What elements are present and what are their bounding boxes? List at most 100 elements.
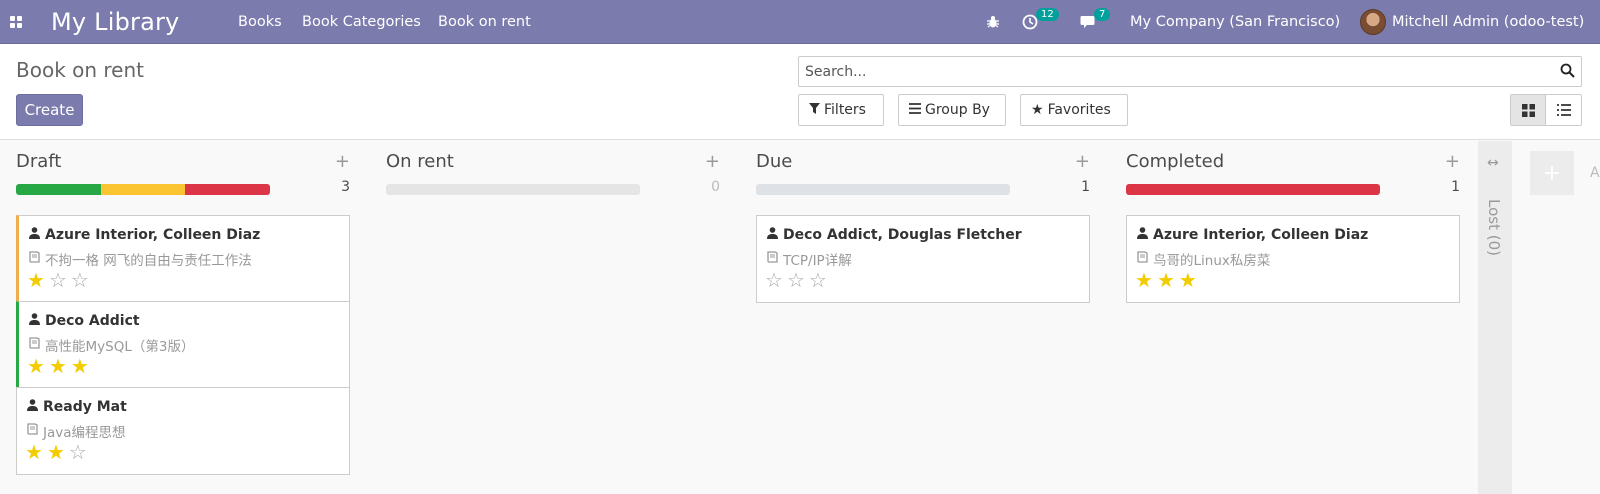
menu-book-categories[interactable]: Book Categories bbox=[302, 0, 421, 44]
book-title: 高性能MySQL（第3版） bbox=[45, 339, 195, 355]
star-empty-icon[interactable]: ☆ bbox=[809, 270, 827, 290]
kanban-column-lost-folded[interactable]: ↔ Lost (0) bbox=[1478, 141, 1512, 494]
column-progress-bar[interactable] bbox=[386, 184, 640, 195]
column-count: 3 bbox=[341, 179, 350, 195]
priority-stars: ★ ☆ ☆ bbox=[27, 270, 89, 290]
control-panel: Book on rent Create Filters Group By ★ F… bbox=[0, 44, 1600, 140]
column-header: On rent + bbox=[386, 151, 720, 175]
person-icon bbox=[767, 227, 778, 243]
card-customer: Azure Interior, Colleen Diaz bbox=[1137, 227, 1368, 243]
kanban-card[interactable]: Deco Addict, Douglas Fletcher TCP/IP详解 ☆ ☆ ☆ bbox=[756, 215, 1090, 303]
bug-icon[interactable] bbox=[986, 0, 1000, 44]
kanban-card[interactable]: Ready Mat Java编程思想 ★ ★ ☆ bbox=[16, 387, 350, 475]
filter-icon bbox=[809, 102, 820, 118]
create-button[interactable]: Create bbox=[16, 94, 83, 126]
app-brand[interactable]: My Library bbox=[51, 0, 179, 44]
user-menu[interactable]: Mitchell Admin (odoo-test) bbox=[1392, 0, 1584, 44]
column-title[interactable]: Due bbox=[756, 151, 792, 172]
column-progress-bar[interactable] bbox=[756, 184, 1010, 195]
star-filled-icon[interactable]: ★ bbox=[49, 356, 67, 376]
customer-name: Ready Mat bbox=[43, 399, 127, 415]
group-by-button[interactable]: Group By bbox=[898, 94, 1006, 126]
star-filled-icon[interactable]: ★ bbox=[1157, 270, 1175, 290]
filters-button[interactable]: Filters bbox=[798, 94, 884, 126]
company-switcher[interactable]: My Company (San Francisco) bbox=[1130, 0, 1340, 44]
book-icon bbox=[767, 251, 778, 267]
kanban-card[interactable]: Azure Interior, Colleen Diaz 鸟哥的Linux私房菜 ★… bbox=[1126, 215, 1460, 303]
kanban-view-icon[interactable] bbox=[1511, 95, 1547, 125]
column-title[interactable]: Draft bbox=[16, 151, 61, 172]
person-icon bbox=[27, 399, 38, 415]
star-filled-icon[interactable]: ★ bbox=[1179, 270, 1197, 290]
search-input[interactable] bbox=[805, 61, 1545, 83]
star-filled-icon[interactable]: ★ bbox=[47, 442, 65, 462]
card-book: 不拘一格 网飞的自由与责任工作法 bbox=[29, 249, 252, 269]
favorites-button[interactable]: ★ Favorites bbox=[1020, 94, 1128, 126]
quick-create-plus-icon[interactable]: + bbox=[1075, 151, 1090, 172]
kanban-column-draft: Draft +3 Azure Interior, Colleen Diaz 不拘一格 … bbox=[16, 141, 350, 494]
progress-segment[interactable] bbox=[100, 184, 186, 195]
person-icon bbox=[29, 313, 40, 329]
view-switcher bbox=[1510, 94, 1582, 126]
progress-segment[interactable] bbox=[16, 184, 101, 195]
quick-create-plus-icon[interactable]: + bbox=[335, 151, 350, 172]
column-title[interactable]: On rent bbox=[386, 151, 454, 172]
column-progress-bar[interactable] bbox=[1126, 184, 1380, 195]
star-icon: ★ bbox=[1031, 102, 1044, 118]
priority-stars: ★ ★ ☆ bbox=[25, 442, 87, 462]
apps-menu-icon[interactable] bbox=[8, 0, 24, 44]
column-header: Draft + bbox=[16, 151, 350, 175]
filters-label: Filters bbox=[824, 102, 866, 118]
person-icon bbox=[29, 227, 40, 243]
activity-clock-icon[interactable] bbox=[1022, 0, 1038, 44]
kanban-board: Draft +3 Azure Interior, Colleen Diaz 不拘一格 … bbox=[0, 141, 1600, 494]
star-empty-icon[interactable]: ☆ bbox=[787, 270, 805, 290]
card-book: TCP/IP详解 bbox=[767, 249, 852, 269]
expand-arrows-icon[interactable]: ↔ bbox=[1487, 155, 1499, 171]
message-count-badge: 7 bbox=[1094, 8, 1111, 21]
add-column-button[interactable]: + bbox=[1530, 151, 1574, 195]
book-title: TCP/IP详解 bbox=[783, 253, 852, 269]
card-customer: Deco Addict bbox=[29, 313, 140, 329]
star-filled-icon[interactable]: ★ bbox=[1135, 270, 1153, 290]
add-column-label[interactable]: A bbox=[1590, 165, 1600, 181]
star-empty-icon[interactable]: ☆ bbox=[71, 270, 89, 290]
list-view-icon[interactable] bbox=[1546, 95, 1581, 125]
column-progress-bar[interactable] bbox=[16, 184, 270, 195]
book-title: 鸟哥的Linux私房菜 bbox=[1153, 253, 1271, 269]
star-empty-icon[interactable]: ☆ bbox=[49, 270, 67, 290]
kanban-card[interactable]: Deco Addict 高性能MySQL（第3版） ★ ★ ★ bbox=[16, 301, 350, 389]
customer-name: Deco Addict, Douglas Fletcher bbox=[783, 227, 1022, 243]
progress-segment[interactable] bbox=[1126, 184, 1380, 195]
kanban-column-completed: Completed +1 Azure Interior, Colleen Diaz 鸟… bbox=[1126, 141, 1460, 494]
user-avatar[interactable] bbox=[1360, 0, 1386, 44]
priority-stars: ★ ★ ★ bbox=[1135, 270, 1197, 290]
column-count: 1 bbox=[1451, 179, 1460, 195]
star-filled-icon[interactable]: ★ bbox=[27, 356, 45, 376]
star-filled-icon[interactable]: ★ bbox=[25, 442, 43, 462]
column-count: 1 bbox=[1081, 179, 1090, 195]
star-filled-icon[interactable]: ★ bbox=[27, 270, 45, 290]
progress-segment[interactable] bbox=[185, 184, 270, 195]
quick-create-plus-icon[interactable]: + bbox=[705, 151, 720, 172]
search-bar bbox=[798, 56, 1582, 87]
menu-books[interactable]: Books bbox=[238, 0, 282, 44]
progress-segment[interactable] bbox=[756, 184, 1010, 195]
column-title[interactable]: Completed bbox=[1126, 151, 1224, 172]
search-icon[interactable] bbox=[1560, 63, 1575, 82]
star-empty-icon[interactable]: ☆ bbox=[69, 442, 87, 462]
person-icon bbox=[1137, 227, 1148, 243]
card-book: 高性能MySQL（第3版） bbox=[29, 335, 194, 355]
quick-create-plus-icon[interactable]: + bbox=[1445, 151, 1460, 172]
priority-stars: ☆ ☆ ☆ bbox=[765, 270, 827, 290]
menu-book-on-rent[interactable]: Book on rent bbox=[438, 0, 531, 44]
star-filled-icon[interactable]: ★ bbox=[71, 356, 89, 376]
book-icon bbox=[27, 423, 38, 439]
top-navbar: My Library Books Book Categories Book on… bbox=[0, 0, 1600, 44]
messages-chat-icon[interactable] bbox=[1080, 0, 1098, 44]
star-empty-icon[interactable]: ☆ bbox=[765, 270, 783, 290]
kanban-card[interactable]: Azure Interior, Colleen Diaz 不拘一格 网飞的自由与责… bbox=[16, 215, 350, 303]
card-customer: Deco Addict, Douglas Fletcher bbox=[767, 227, 1022, 243]
priority-stars: ★ ★ ★ bbox=[27, 356, 89, 376]
group-by-label: Group By bbox=[925, 102, 990, 118]
